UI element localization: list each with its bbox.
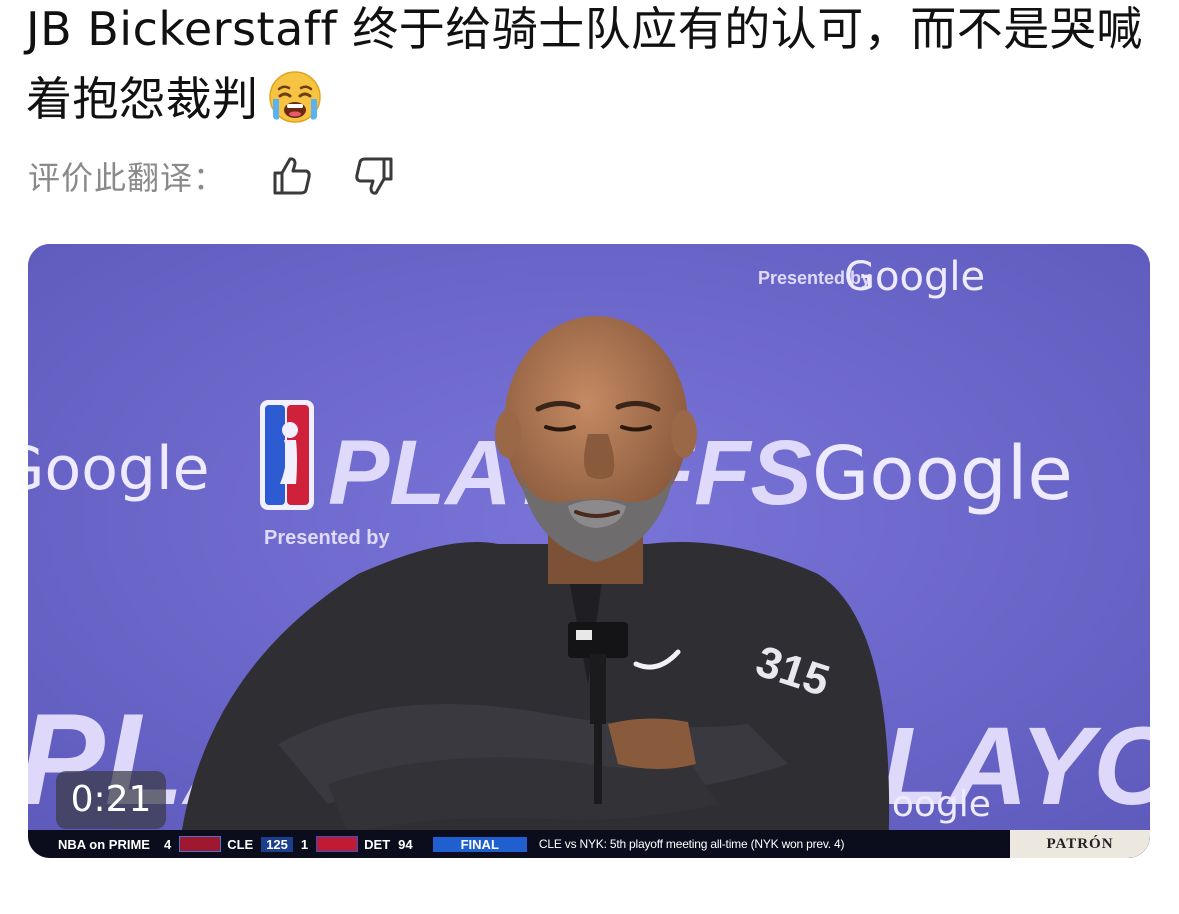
thumbs-up-icon[interactable] [266,150,318,202]
translation-rating: 评价此翻译： [28,148,430,204]
backdrop-google-text: Google [812,431,1073,517]
score-ticker: NBA on PRIME 4 CLE 125 1 DET 94 FINAL CL… [28,830,1150,858]
video-duration-badge: 0:21 [56,771,166,829]
team-b-logo-icon [316,836,359,852]
post-title-text: JB Bickerstaff 终于给骑士队应有的认可，而不是哭喊着抱怨裁判 [26,2,1143,126]
ticker-final-badge: FINAL [432,836,527,852]
video-player[interactable]: PLAYOFFS Presented by Presented by PLAYO… [28,244,1150,858]
thumbs-down-icon[interactable] [348,150,400,202]
ticker-seed-a: 4 [163,836,172,852]
ticker-sponsor: PATRÓN [1010,830,1150,858]
video-thumbnail-frame: PLAYOFFS Presented by Presented by PLAYO… [28,244,1150,858]
post-title: JB Bickerstaff 终于给骑士队应有的认可，而不是哭喊着抱怨裁判 [26,0,1146,134]
team-a-logo-icon [179,836,222,852]
ticker-info: CLE vs NYK: 5th playoff meeting all-time… [538,837,845,851]
ticker-team-b: DET [364,836,391,852]
backdrop-google-left-text: Google [28,434,210,504]
backdrop-google-small-text: Google [844,254,985,300]
ticker-score-b: 94 [398,836,413,852]
nba-logo-icon [260,400,314,510]
ticker-network: NBA on PRIME [58,836,150,852]
backdrop-presented-by-text: Presented by [264,527,390,549]
rate-translation-label: 评价此翻译： [28,159,227,197]
ticker-team-a: CLE [227,836,254,852]
ticker-score-a: 125 [261,836,293,852]
ticker-seed-b: 1 [300,836,309,852]
post-page: JB Bickerstaff 终于给骑士队应有的认可，而不是哭喊着抱怨裁判 评价… [0,0,1179,914]
crying-face-emoji-icon [267,69,323,125]
